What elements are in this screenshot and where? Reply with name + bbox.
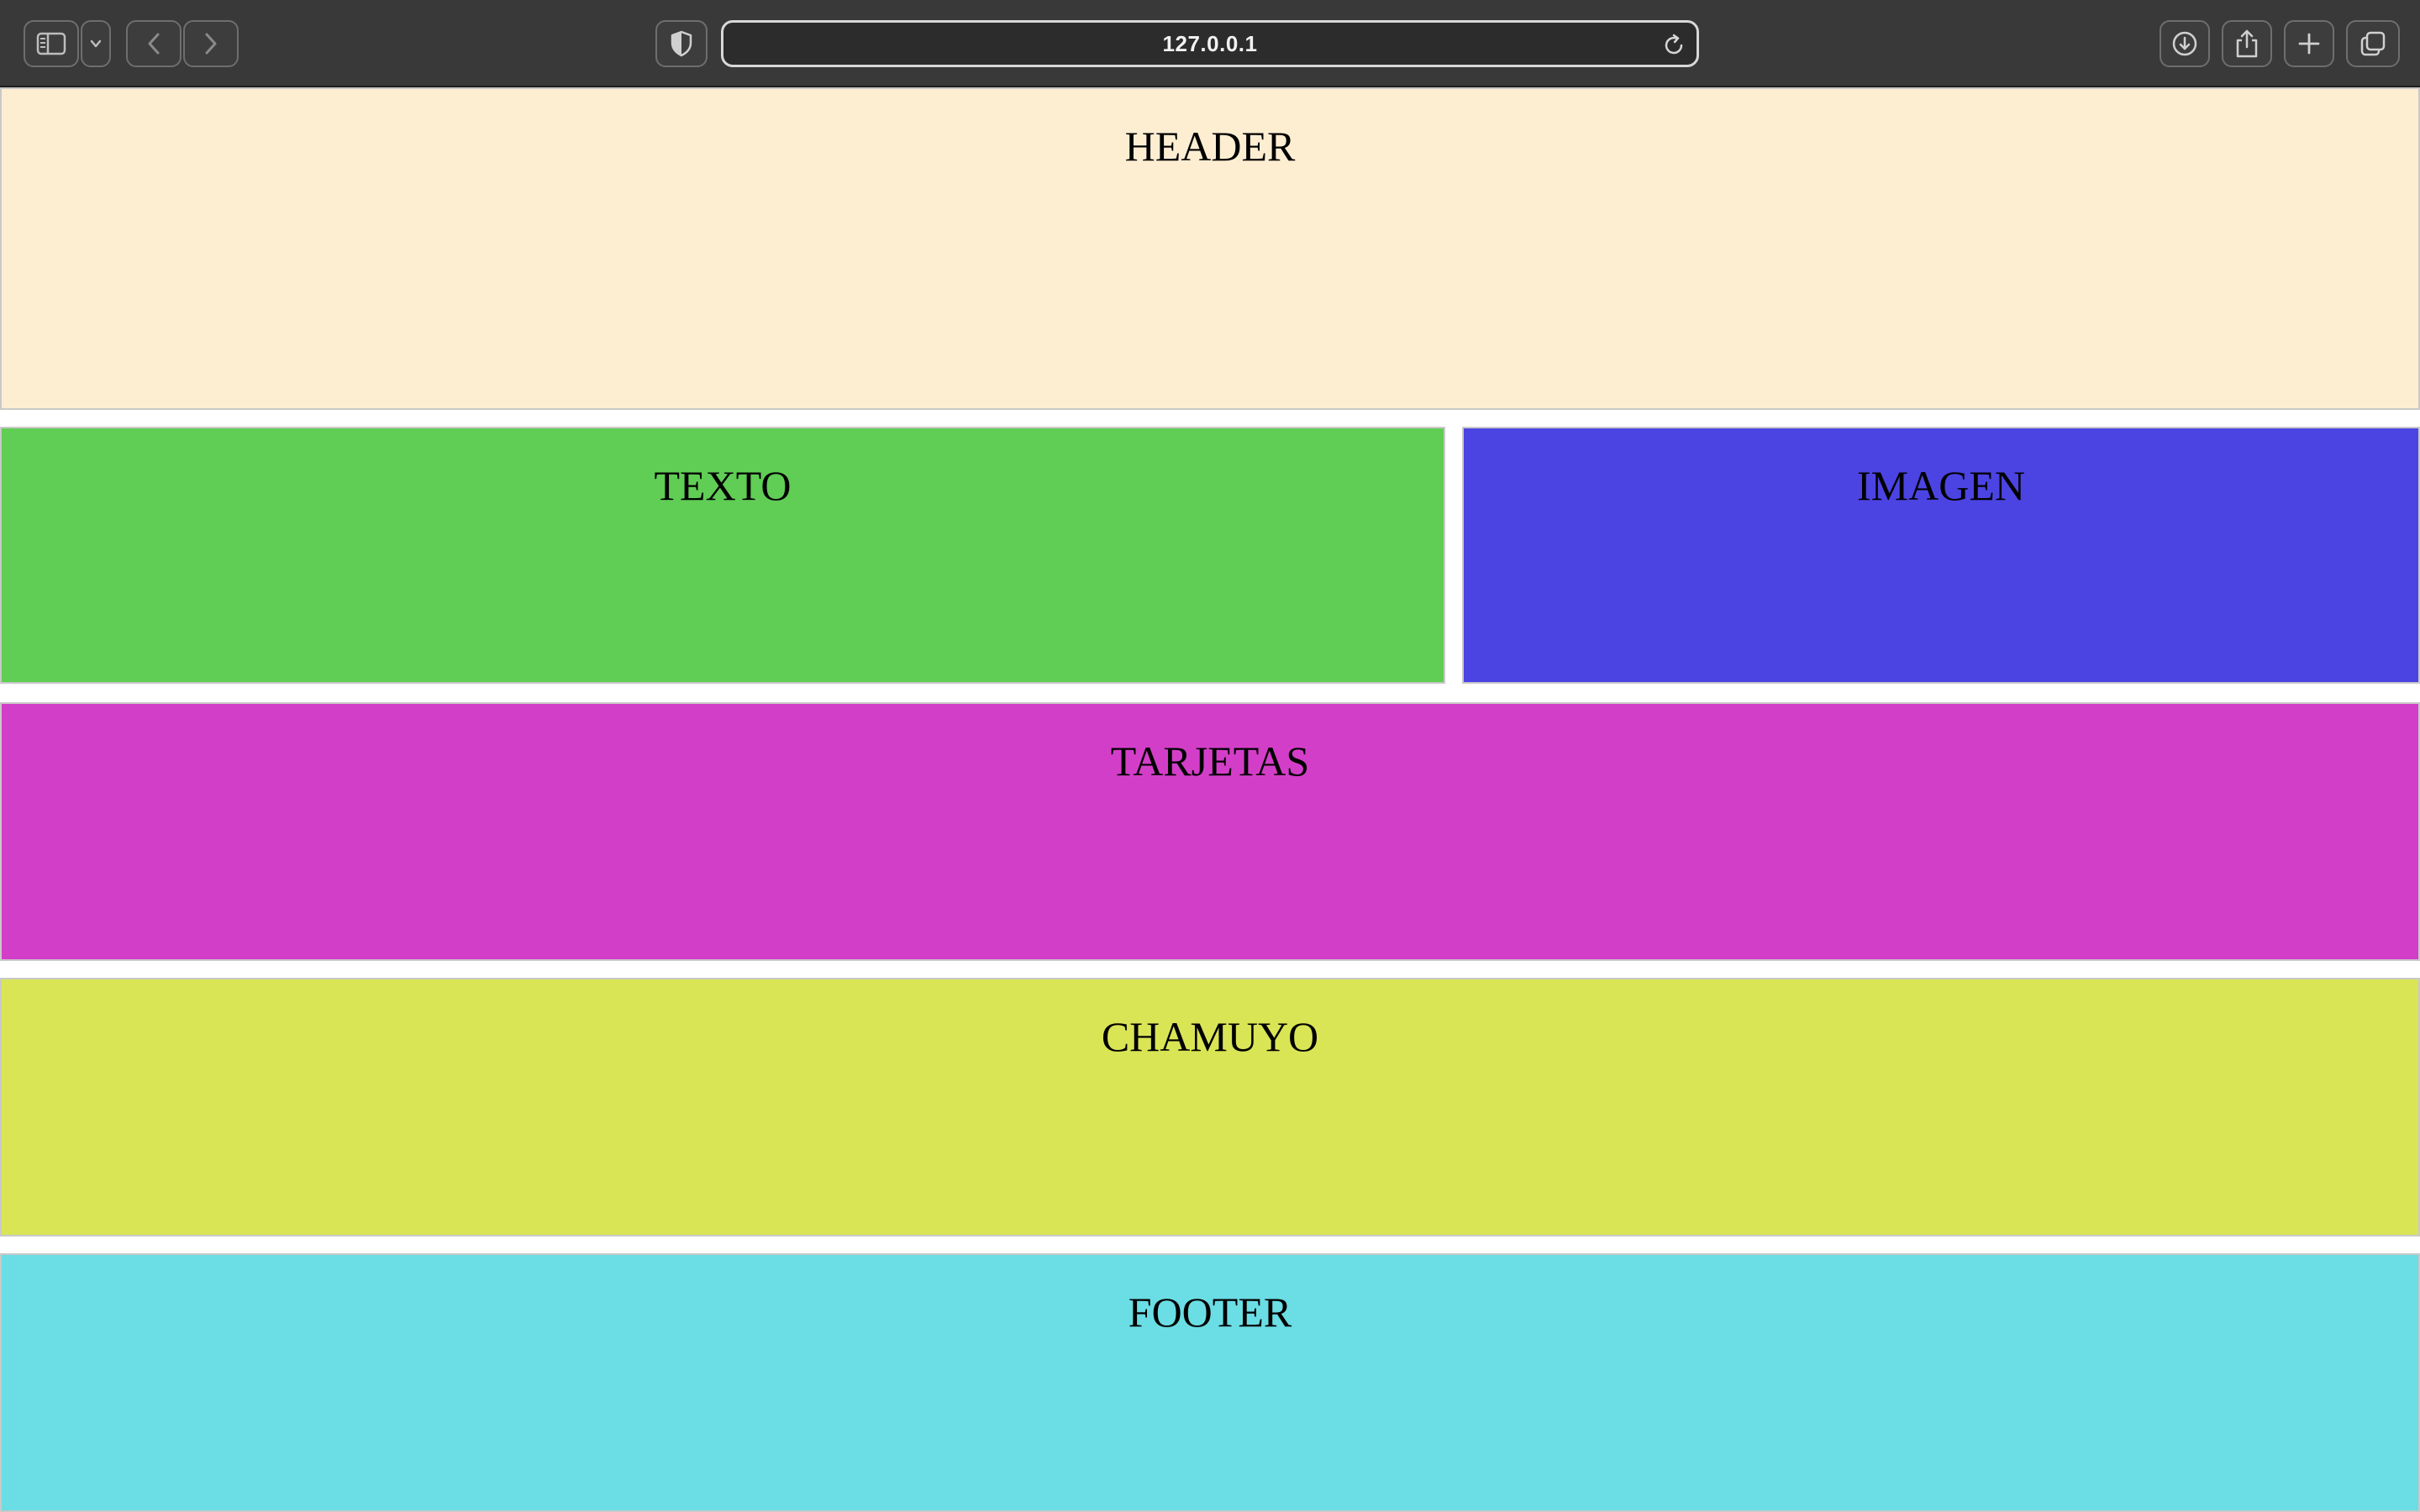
texto-label: TEXTO	[654, 462, 792, 509]
header-section: HEADER	[0, 87, 2420, 410]
privacy-report-button[interactable]	[655, 20, 708, 67]
tab-overview-button[interactable]	[2346, 20, 2400, 67]
browser-toolbar: 127.0.0.1	[0, 0, 2420, 87]
shield-icon	[670, 30, 693, 57]
forward-button[interactable]	[183, 20, 239, 67]
forward-arrow-icon	[203, 31, 219, 56]
sidebar-menu-button[interactable]	[81, 20, 111, 67]
texto-section: TEXTO	[0, 427, 1445, 684]
sidebar-toggle-button[interactable]	[24, 20, 79, 67]
plus-icon	[2296, 31, 2322, 56]
back-arrow-icon	[145, 31, 162, 56]
tabs-icon	[2359, 29, 2387, 58]
downloads-button[interactable]	[2160, 20, 2210, 67]
reload-icon[interactable]	[1661, 33, 1686, 58]
chamuyo-section: CHAMUYO	[0, 978, 2420, 1236]
imagen-section: IMAGEN	[1462, 427, 2420, 684]
sidebar-icon	[36, 32, 66, 55]
share-button[interactable]	[2222, 20, 2272, 67]
download-icon	[2170, 29, 2199, 58]
footer-label: FOOTER	[1128, 1289, 1292, 1336]
footer-section: FOOTER	[0, 1253, 2420, 1512]
header-label: HEADER	[1124, 123, 1296, 170]
address-url[interactable]: 127.0.0.1	[723, 23, 1697, 65]
share-icon	[2234, 29, 2260, 59]
back-button[interactable]	[126, 20, 182, 67]
tarjetas-label: TARJETAS	[1110, 738, 1310, 785]
new-tab-button[interactable]	[2284, 20, 2334, 67]
tarjetas-section: TARJETAS	[0, 702, 2420, 961]
imagen-label: IMAGEN	[1857, 462, 2025, 509]
chamuyo-label: CHAMUYO	[1101, 1013, 1319, 1060]
address-bar[interactable]: 127.0.0.1	[721, 20, 1699, 67]
chevron-down-icon	[89, 39, 103, 49]
